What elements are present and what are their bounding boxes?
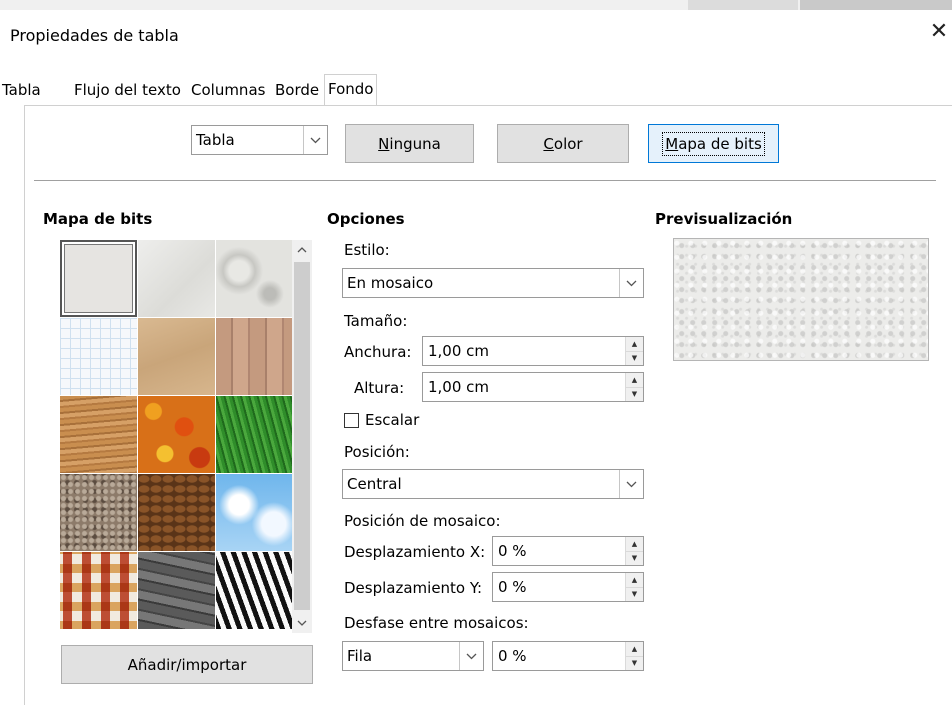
bitmap-tile-pool-tiles[interactable] [60, 318, 137, 395]
window-top-edge [0, 0, 952, 10]
offset-x-spinbox[interactable]: 0 % ▲ ▼ [492, 536, 644, 566]
tab-columnas[interactable]: Columnas [189, 78, 267, 105]
bitmap-tile-paper-texture[interactable] [138, 240, 215, 317]
scale-label: Escalar [365, 411, 420, 429]
chevron-down-icon [619, 269, 643, 297]
tile-offset-mode-select[interactable]: Fila [342, 641, 484, 671]
bitmap-button[interactable]: Mapa de bits [648, 124, 779, 163]
bitmap-tile-cardboard[interactable] [138, 318, 215, 395]
spin-up-icon[interactable]: ▲ [626, 337, 643, 352]
chevron-down-icon [303, 126, 327, 154]
spin-up-icon[interactable]: ▲ [626, 373, 643, 388]
offset-y-label: Desplazamiento Y: [344, 579, 483, 597]
bitmap-preview [673, 238, 929, 361]
bitmap-tile-painted-white[interactable] [60, 240, 137, 317]
size-label: Tamaño: [344, 312, 408, 330]
bitmap-tile-autumn-leaves[interactable] [138, 396, 215, 473]
spin-down-icon[interactable]: ▼ [626, 551, 643, 565]
bitmap-gallery-scrollbar[interactable] [292, 240, 312, 633]
options-heading: Opciones [327, 210, 405, 228]
color-button[interactable]: Color [497, 124, 629, 163]
tab-borde[interactable]: Borde [273, 78, 321, 105]
tile-offset-spinbox[interactable]: 0 % ▲ ▼ [492, 641, 644, 671]
width-spinbox[interactable]: 1,00 cm ▲ ▼ [422, 336, 644, 366]
bitmap-tile-coffee-beans[interactable] [138, 474, 215, 551]
position-label: Posición: [344, 443, 410, 461]
bitmap-tile-wood-grain[interactable] [60, 396, 137, 473]
preview-heading: Previsualización [655, 210, 793, 228]
offset-y-spinbox[interactable]: 0 % ▲ ▼ [492, 572, 644, 602]
spin-down-icon[interactable]: ▼ [626, 351, 643, 365]
spin-down-icon[interactable]: ▼ [626, 387, 643, 401]
scale-checkbox[interactable] [344, 413, 359, 428]
bitmap-tile-stone-wall[interactable] [138, 552, 215, 629]
bitmap-tile-color-squares[interactable] [60, 552, 137, 629]
scroll-up-icon[interactable] [292, 240, 312, 260]
spin-down-icon[interactable]: ▼ [626, 656, 643, 670]
position-select[interactable]: Central [342, 469, 644, 499]
add-import-button[interactable]: Añadir/importar [61, 645, 313, 684]
width-label: Anchura: [344, 343, 412, 361]
scroll-down-icon[interactable] [292, 613, 312, 633]
tab-flujo-del-texto[interactable]: Flujo del texto [72, 78, 183, 105]
bitmap-tile-wood-planks[interactable] [216, 318, 292, 395]
separator [34, 180, 936, 181]
tile-position-label: Posición de mosaico: [344, 512, 501, 530]
none-button[interactable]: Ninguna [345, 124, 474, 163]
tile-offset-label: Desfase entre mosaicos: [344, 614, 529, 632]
bitmap-tile-sky-clouds[interactable] [216, 474, 292, 551]
spin-down-icon[interactable]: ▼ [626, 587, 643, 601]
background-target-select[interactable]: Tabla [191, 125, 328, 155]
close-icon[interactable]: ✕ [928, 18, 950, 46]
bitmap-tile-paper-crumpled[interactable] [216, 240, 292, 317]
spin-up-icon[interactable]: ▲ [626, 642, 643, 657]
scrollbar-thumb[interactable] [294, 262, 310, 610]
chevron-down-icon [459, 642, 483, 670]
bitmap-gallery[interactable] [60, 240, 292, 633]
height-spinbox[interactable]: 1,00 cm ▲ ▼ [422, 372, 644, 402]
dialog-title: Propiedades de tabla [10, 26, 179, 45]
bitmap-tile-grass[interactable] [216, 396, 292, 473]
bitmap-tile-zebra[interactable] [216, 552, 292, 629]
bitmap-tile-pebbles[interactable] [60, 474, 137, 551]
bitmap-heading: Mapa de bits [43, 210, 153, 228]
spin-up-icon[interactable]: ▲ [626, 537, 643, 552]
height-label: Altura: [354, 379, 405, 397]
chevron-down-icon [619, 470, 643, 498]
tab-fondo[interactable]: Fondo [324, 74, 378, 106]
style-select[interactable]: En mosaico [342, 268, 644, 298]
spin-up-icon[interactable]: ▲ [626, 573, 643, 588]
tab-tabla[interactable]: Tabla [0, 78, 43, 105]
style-label: Estilo: [344, 241, 390, 259]
offset-x-label: Desplazamiento X: [344, 543, 486, 561]
